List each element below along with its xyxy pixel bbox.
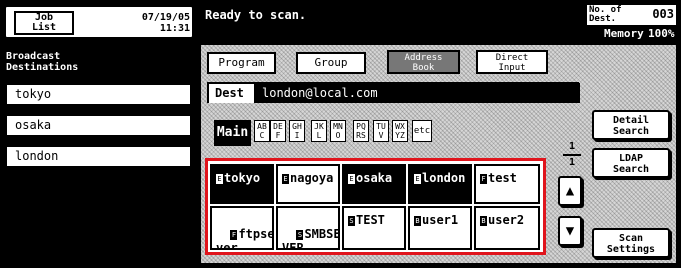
- index-wxyz[interactable]: WX YZ: [392, 120, 408, 142]
- index-def[interactable]: DE F: [270, 120, 286, 142]
- scroll-up-button[interactable]: ▲: [558, 176, 582, 206]
- broadcast-title: Broadcast Destinations: [6, 51, 79, 73]
- index-tuv[interactable]: TU V: [373, 120, 389, 142]
- detail-search-button[interactable]: Detail Search: [592, 110, 670, 140]
- email-icon: E: [282, 173, 289, 184]
- address-cell-label: TEST: [356, 213, 385, 227]
- address-cell-label: user1: [422, 213, 459, 227]
- index-ghi[interactable]: GH I: [289, 120, 305, 142]
- ftp-icon: F: [230, 229, 238, 240]
- index-abc[interactable]: AB C: [254, 120, 270, 142]
- address-cell-smbserver[interactable]: SSMBSER VER: [276, 206, 340, 250]
- dest-label: Dest: [215, 86, 244, 100]
- email-icon: E: [348, 173, 355, 184]
- address-cell-label: london: [422, 171, 466, 185]
- address-cell-user1[interactable]: Buser1: [408, 206, 472, 250]
- address-cell-label: user2: [488, 213, 525, 227]
- address-cell-label: osaka: [356, 171, 393, 185]
- scan-settings-button[interactable]: Scan Settings: [592, 228, 670, 258]
- tab-direct-input[interactable]: Direct Input: [476, 50, 548, 74]
- index-pqrs[interactable]: PQ RS: [353, 120, 369, 142]
- tab-program[interactable]: Program: [207, 52, 276, 74]
- current-time: 11:31: [159, 23, 190, 34]
- box-icon: B: [480, 215, 487, 226]
- arrow-down-icon: ▼: [565, 223, 575, 239]
- page-divider: [563, 154, 581, 156]
- index-main-button[interactable]: Main: [214, 120, 251, 146]
- index-jkl[interactable]: JK L: [311, 120, 327, 142]
- ftp-icon: F: [480, 173, 487, 184]
- memory-label: Memory: [604, 27, 644, 40]
- email-icon: E: [414, 173, 421, 184]
- email-icon: E: [216, 173, 223, 184]
- page-total: 1: [568, 157, 576, 168]
- no-of-dest-label: No. of Dest.: [589, 5, 622, 24]
- address-cell-ftpserver[interactable]: Fftpser ver: [210, 206, 274, 250]
- ldap-search-button[interactable]: LDAP Search: [592, 148, 670, 178]
- index-mno[interactable]: MN O: [330, 120, 346, 142]
- address-cell-user2[interactable]: Buser2: [474, 206, 540, 250]
- address-cell-tokyo[interactable]: Etokyo: [210, 164, 274, 204]
- current-date: 07/19/05: [141, 12, 190, 23]
- scroll-down-button[interactable]: ▼: [558, 216, 582, 246]
- address-cell-london[interactable]: Elondon: [408, 164, 472, 204]
- dest-value-overlay: london@local.com: [262, 86, 378, 100]
- address-cell-label: test: [488, 171, 517, 185]
- tab-group[interactable]: Group: [296, 52, 366, 74]
- broadcast-item-osaka[interactable]: osaka: [5, 114, 192, 137]
- memory-value: 100%: [648, 27, 675, 40]
- page-current: 1: [568, 141, 576, 152]
- arrow-up-icon: ▲: [565, 183, 575, 199]
- index-etc[interactable]: etc: [412, 120, 432, 142]
- address-cell-label: SMBSER VER: [282, 227, 340, 250]
- address-cell-label: nagoya: [290, 171, 334, 185]
- tab-address-book[interactable]: Address Book: [387, 50, 460, 74]
- smb-icon: S: [296, 229, 304, 240]
- broadcast-item-london[interactable]: london: [5, 145, 192, 168]
- address-cell-osaka[interactable]: Eosaka: [342, 164, 406, 204]
- broadcast-item-tokyo[interactable]: tokyo: [5, 83, 192, 106]
- box-icon: B: [414, 215, 421, 226]
- job-list-button[interactable]: Job List 07/19/05 11:31: [4, 5, 194, 39]
- address-cell-label: tokyo: [224, 171, 261, 185]
- dest-count-value: 003: [652, 7, 674, 21]
- status-message: Ready to scan.: [205, 8, 307, 22]
- address-cell-nagoya[interactable]: Enagoya: [276, 164, 340, 204]
- address-cell-label: ftpser ver: [216, 227, 274, 250]
- job-list-label: Job List: [14, 11, 74, 35]
- address-cell-test[interactable]: Ftest: [474, 164, 540, 204]
- smb-icon: S: [348, 215, 355, 226]
- address-cell-test-smb[interactable]: S TEST: [342, 206, 406, 250]
